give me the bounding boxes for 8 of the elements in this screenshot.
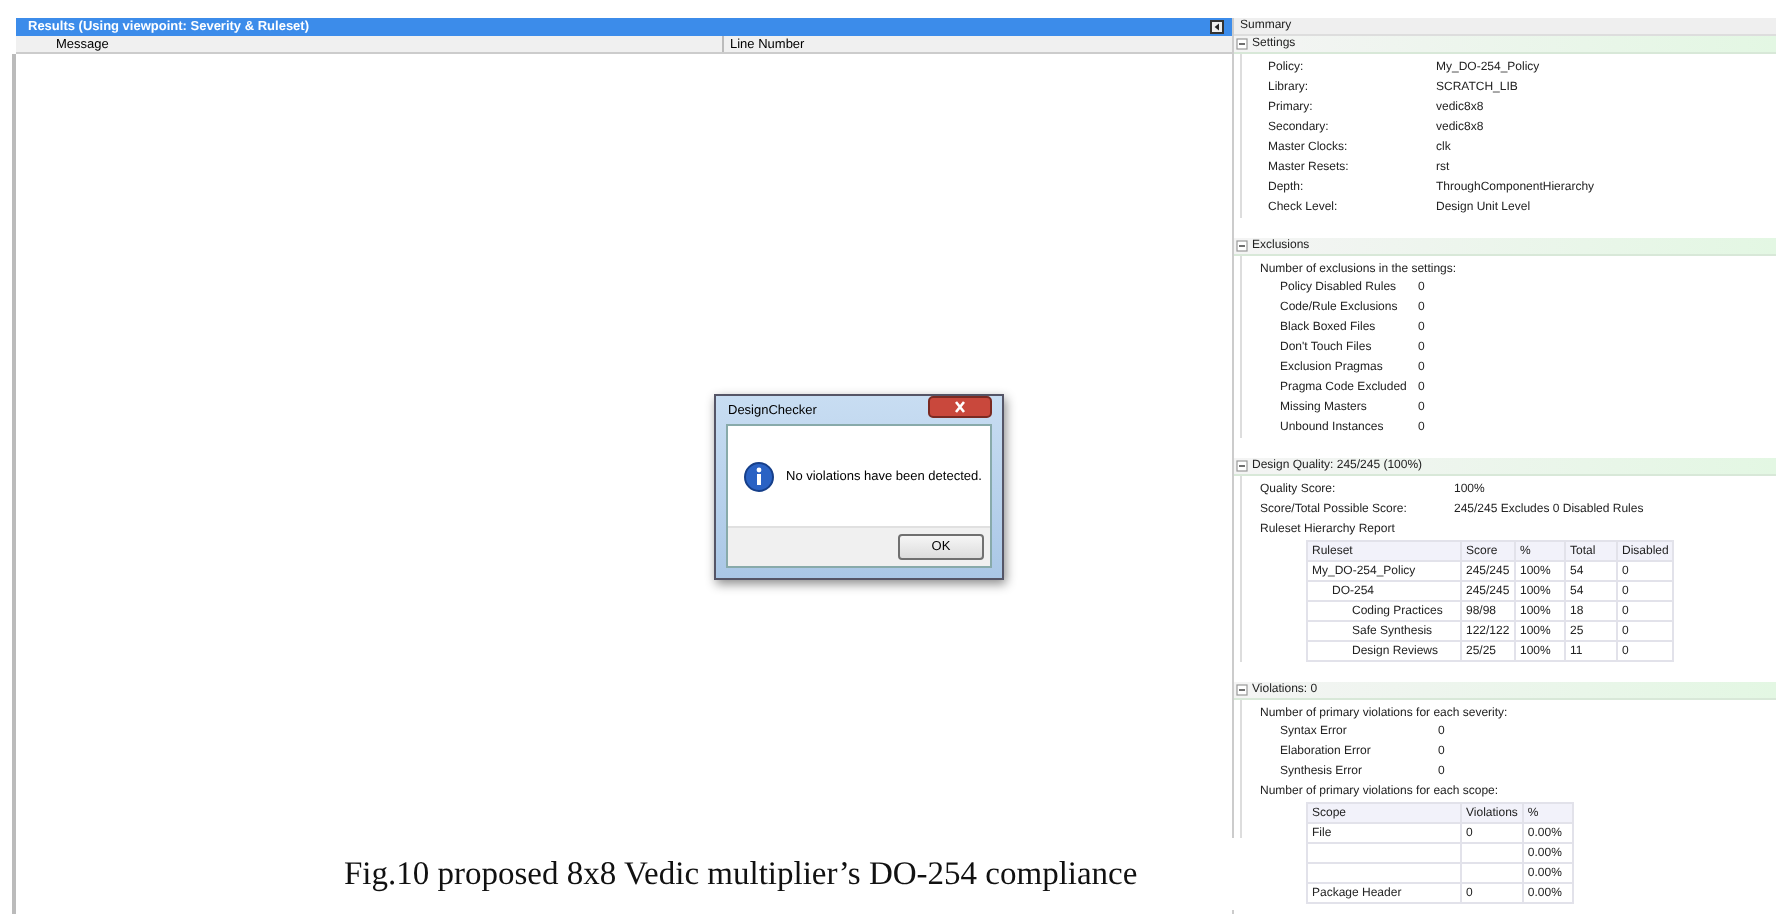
collapse-icon[interactable] — [1236, 38, 1248, 50]
collapse-icon[interactable] — [1236, 240, 1248, 252]
info-icon — [744, 461, 774, 491]
dropdown-icon[interactable] — [1210, 20, 1224, 34]
figure-caption: Fig.10 proposed 8x8 Vedic multiplier’s DO-254 compliance — [344, 854, 1138, 894]
close-button[interactable] — [928, 396, 992, 418]
collapse-icon[interactable] — [1236, 684, 1248, 696]
collapse-icon[interactable] — [1236, 460, 1248, 472]
